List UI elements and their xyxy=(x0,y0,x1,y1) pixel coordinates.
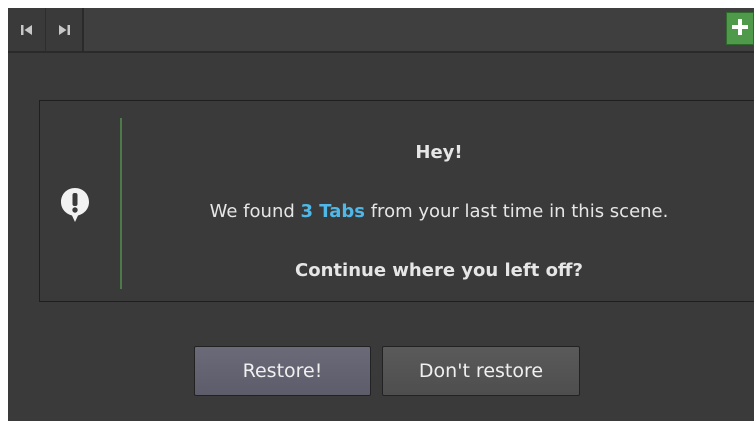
notice-divider xyxy=(120,118,122,289)
tab-restore-window: Hey! We found 3 Tabs from your last time… xyxy=(8,8,754,421)
first-tab-button[interactable] xyxy=(8,8,46,51)
add-tab-button[interactable] xyxy=(726,12,754,45)
restore-button[interactable]: Restore! xyxy=(194,346,371,396)
last-tab-button[interactable] xyxy=(46,8,84,51)
notice-body-suffix: from your last time in this scene. xyxy=(365,201,669,222)
notice-message: Hey! We found 3 Tabs from your last time… xyxy=(124,101,754,301)
skip-to-start-icon xyxy=(20,23,34,37)
plus-icon xyxy=(731,18,749,40)
tab-count-highlight: 3 Tabs xyxy=(300,201,366,222)
tab-navigation xyxy=(8,8,84,51)
notice-body-prefix: We found xyxy=(209,201,301,222)
restore-notice-panel: Hey! We found 3 Tabs from your last time… xyxy=(39,100,754,302)
notice-body: We found 3 Tabs from your last time in t… xyxy=(124,201,754,222)
notice-title: Hey! xyxy=(415,142,463,163)
toolbar xyxy=(8,8,754,53)
notice-question: Continue where you left off? xyxy=(295,260,583,281)
skip-to-end-icon xyxy=(57,23,71,37)
dont-restore-button[interactable]: Don't restore xyxy=(382,346,580,396)
exclamation-speech-bubble-icon xyxy=(60,187,90,223)
